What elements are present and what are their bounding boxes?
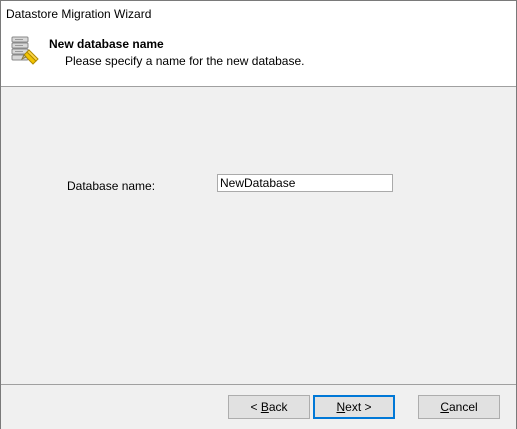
wizard-header: New database name Please specify a name …: [1, 27, 516, 87]
back-mnemonic: B: [260, 400, 269, 414]
back-button[interactable]: < Back: [228, 395, 310, 419]
title-bar: Datastore Migration Wizard: [1, 1, 516, 27]
next-button[interactable]: Next >: [313, 395, 395, 419]
cancel-rest: ancel: [448, 400, 478, 414]
database-name-label: Database name:: [67, 179, 156, 193]
page-subtitle: Please specify a name for the new databa…: [65, 54, 305, 68]
next-rest: ext >: [345, 400, 372, 414]
back-rest: ack: [268, 400, 288, 414]
wizard-body: Database name:: [1, 87, 516, 383]
cancel-button[interactable]: Cancel: [418, 395, 500, 419]
button-bar: < Back Next > Cancel: [1, 384, 516, 429]
database-name-input[interactable]: [217, 174, 393, 192]
wizard-window: Datastore Migration Wizard New database …: [0, 0, 517, 429]
page-title: New database name: [49, 37, 164, 51]
window-title: Datastore Migration Wizard: [6, 7, 152, 21]
database-icon: [9, 35, 43, 69]
cancel-mnemonic: C: [440, 400, 449, 414]
back-prefix: <: [250, 400, 261, 414]
next-mnemonic: N: [336, 400, 346, 414]
